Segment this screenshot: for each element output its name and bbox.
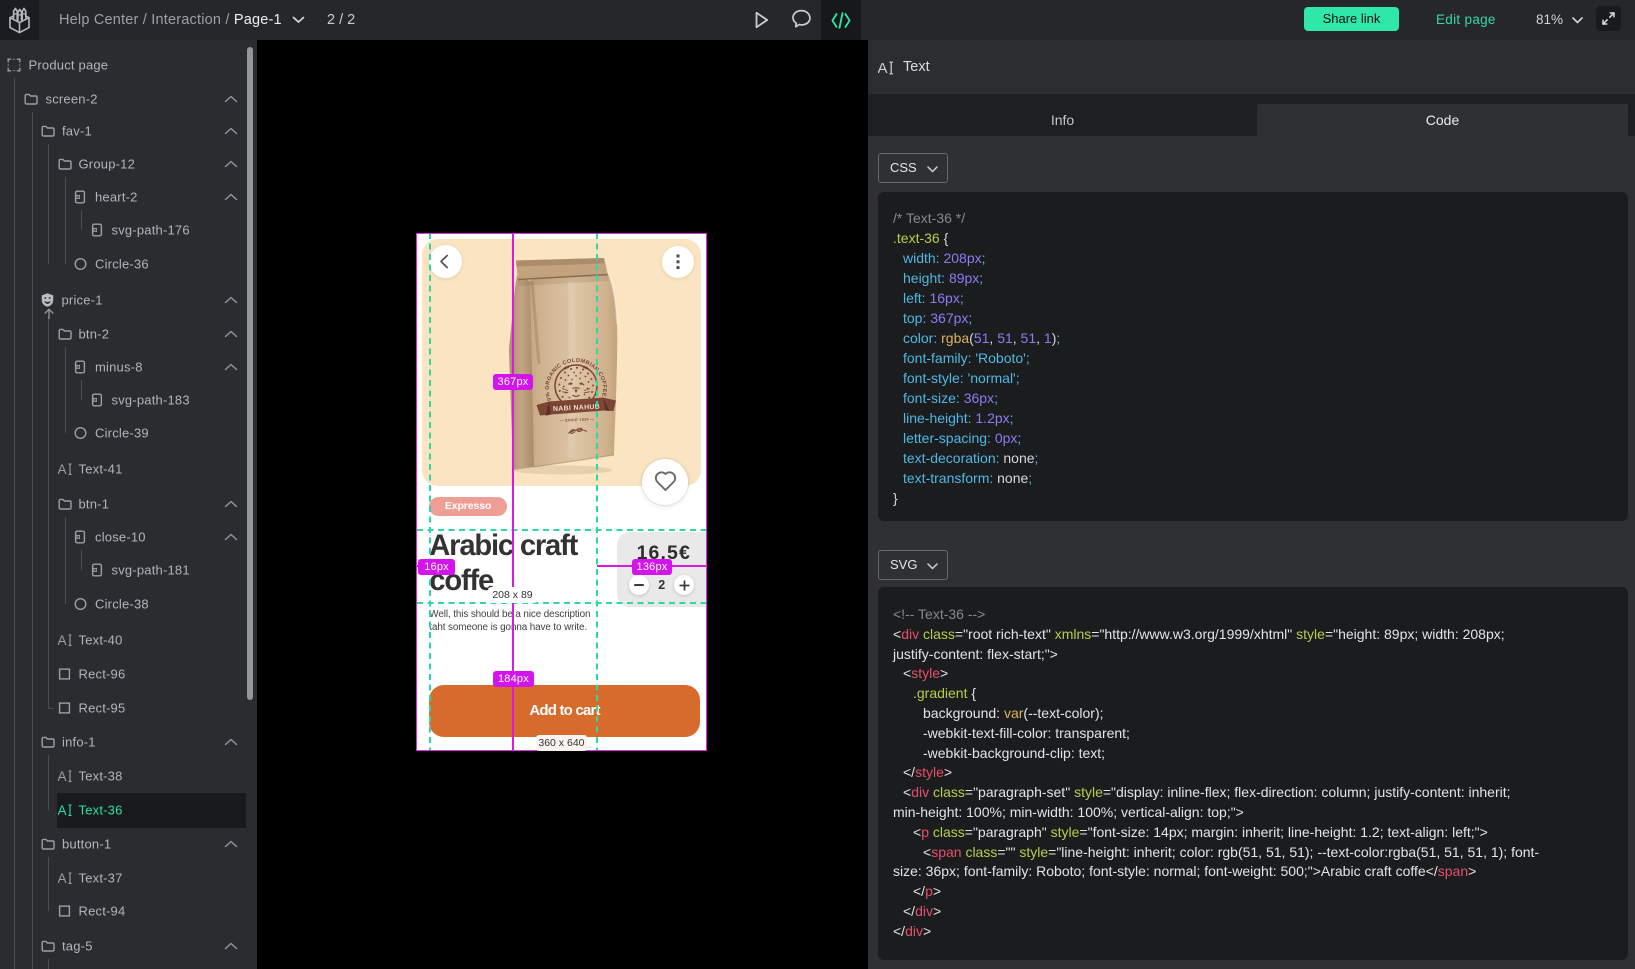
svg-text:A: A [878,60,888,76]
